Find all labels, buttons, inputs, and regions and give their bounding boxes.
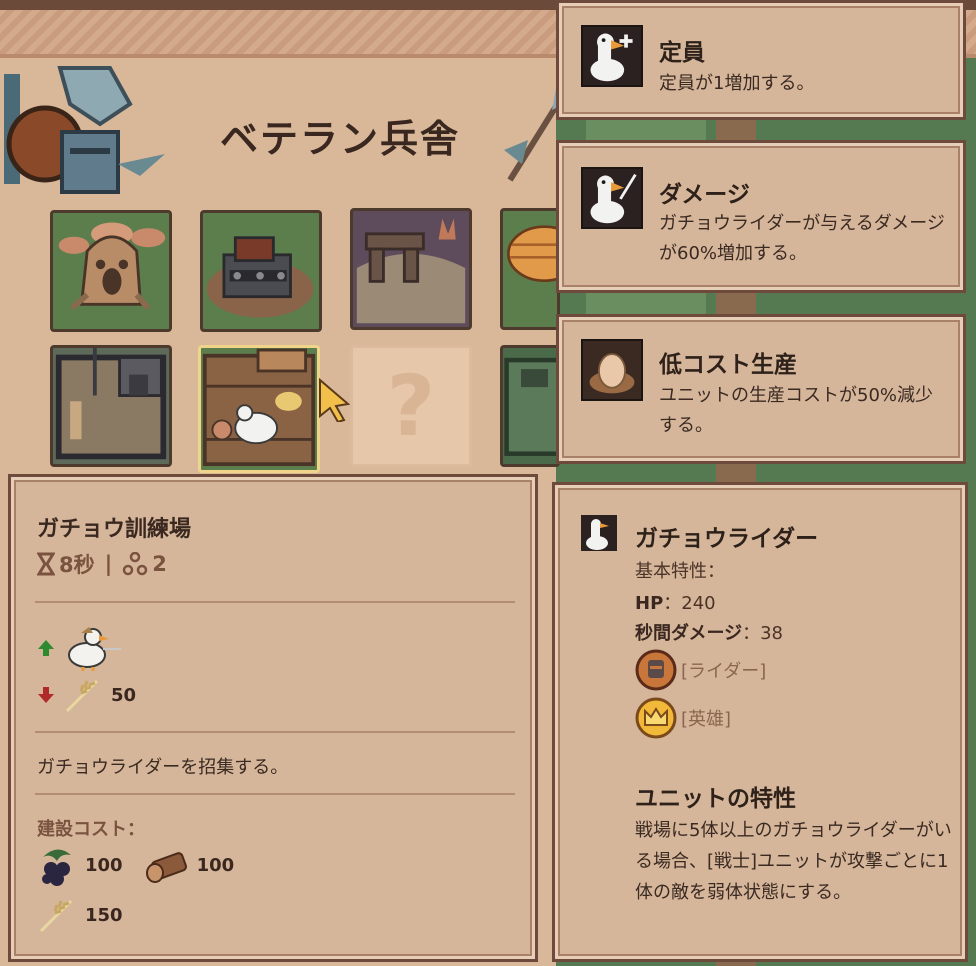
tag-label: [ライダー] bbox=[681, 661, 767, 682]
divider bbox=[35, 731, 515, 733]
hp-label: HP bbox=[635, 593, 664, 614]
rider-badge-icon bbox=[635, 649, 677, 691]
tank-workshop-building-tile[interactable] bbox=[200, 210, 322, 332]
beehive-building-tile[interactable] bbox=[500, 208, 560, 330]
tag-label: [英雄] bbox=[681, 709, 732, 730]
consume-value: 50 bbox=[111, 684, 137, 706]
divider bbox=[35, 793, 515, 795]
upgrade-title: ダメージ bbox=[659, 182, 750, 208]
locked-building-tile[interactable]: ? bbox=[350, 345, 472, 467]
dps-stat: 秒間ダメージ：38 bbox=[635, 619, 783, 645]
red-down-arrow-icon bbox=[38, 687, 54, 703]
hp-stat: HP：240 bbox=[635, 589, 716, 615]
goose-portrait-icon bbox=[581, 515, 617, 551]
building-name: ガチョウ訓練場 bbox=[37, 517, 192, 542]
hourglass-icon bbox=[37, 552, 55, 576]
divider bbox=[35, 601, 515, 603]
stat-separator: | bbox=[104, 552, 113, 576]
cost-value: 150 bbox=[85, 904, 123, 926]
green-hall-icon bbox=[504, 357, 557, 456]
dps-value: ：38 bbox=[742, 623, 784, 644]
hp-value: ：240 bbox=[663, 593, 716, 614]
beehive-icon bbox=[507, 225, 557, 283]
fortress-icon bbox=[55, 348, 167, 460]
goose-training-ground-building-tile[interactable] bbox=[198, 345, 320, 473]
upgrade-title: 定員 bbox=[659, 40, 705, 66]
dps-label: 秒間ダメージ bbox=[635, 623, 743, 644]
slot-count: 2 bbox=[152, 552, 167, 576]
cost-wheat: 150 bbox=[37, 895, 123, 935]
cost-value: 100 bbox=[196, 854, 235, 876]
tag-hero[interactable]: [英雄] bbox=[635, 697, 731, 739]
egg-nest-icon bbox=[581, 339, 643, 401]
goose-sword-icon bbox=[581, 167, 643, 229]
berry-icon bbox=[42, 849, 71, 886]
green-up-arrow-icon bbox=[38, 640, 54, 656]
building-description: ガチョウライダーを招集する。 bbox=[37, 757, 289, 778]
goose-plus-icon bbox=[581, 25, 643, 87]
upgrade-title: 低コスト生産 bbox=[659, 352, 797, 378]
build-time: 8秒 bbox=[59, 553, 95, 577]
consume-row: 50 bbox=[37, 675, 136, 715]
cost-value: 100 bbox=[85, 854, 123, 876]
armory-crest-icon bbox=[4, 66, 165, 194]
upgrade-description: ユニットの生産コストが50%減少する。 bbox=[659, 385, 934, 436]
building-stats: 8秒 | 2 bbox=[37, 549, 167, 579]
upgrade-capacity-panel[interactable]: 定員 定員が1増加する。 bbox=[556, 0, 966, 120]
hero-crown-icon bbox=[635, 697, 677, 739]
goose-training-ground-icon bbox=[202, 348, 316, 467]
population-icon bbox=[123, 552, 148, 576]
mushroom-tree-icon bbox=[53, 222, 169, 329]
fortress-building-tile[interactable] bbox=[50, 345, 172, 467]
building-info-panel: ガチョウ訓練場 8秒 | 2 50 ガチョウライダーを招集する。 建設コスト： … bbox=[8, 474, 538, 962]
dolmen-icon bbox=[356, 218, 466, 324]
log-icon bbox=[145, 852, 187, 883]
wheat-icon bbox=[65, 679, 99, 713]
pointer-cursor-icon bbox=[319, 378, 351, 422]
upgrade-description: 定員が1増加する。 bbox=[659, 73, 815, 94]
build-cost-label: 建設コスト： bbox=[37, 819, 145, 840]
green-hall-building-tile[interactable] bbox=[500, 345, 560, 467]
cost-berry: 100 100 bbox=[37, 843, 234, 887]
base-stats-label: 基本特性： bbox=[635, 561, 725, 582]
mushroom-tree-building-tile[interactable] bbox=[50, 210, 172, 332]
upgrade-description: ガチョウライダーが与えるダメージが60%増加する。 bbox=[659, 213, 945, 264]
tank-workshop-icon bbox=[206, 236, 314, 318]
unit-trait-description: 戦場に5体以上のガチョウライダーがいる場合、[戦士]ユニットが攻撃ごとに1体の敵… bbox=[635, 820, 952, 903]
upgrade-damage-panel[interactable]: ダメージ ガチョウライダーが与えるダメージが60%増加する。 bbox=[556, 140, 966, 293]
goose-rider-unit-icon bbox=[68, 627, 121, 671]
unit-info-panel: ガチョウライダー 基本特性： HP：240 秒間ダメージ：38 [ライダー] [… bbox=[552, 482, 968, 962]
unit-trait-title: ユニットの特性 bbox=[635, 786, 796, 812]
locked-question-mark: ? bbox=[386, 357, 436, 455]
upgrade-low-cost-panel[interactable]: 低コスト生産 ユニットの生産コストが50%減少する。 bbox=[556, 314, 966, 464]
tag-rider[interactable]: [ライダー] bbox=[635, 649, 766, 691]
unit-name: ガチョウライダー bbox=[635, 526, 819, 552]
dolmen-building-tile[interactable] bbox=[350, 208, 472, 330]
produce-row bbox=[37, 625, 131, 671]
screen-title: ベテラン兵舎 bbox=[219, 117, 460, 161]
wheat-icon bbox=[39, 899, 73, 933]
